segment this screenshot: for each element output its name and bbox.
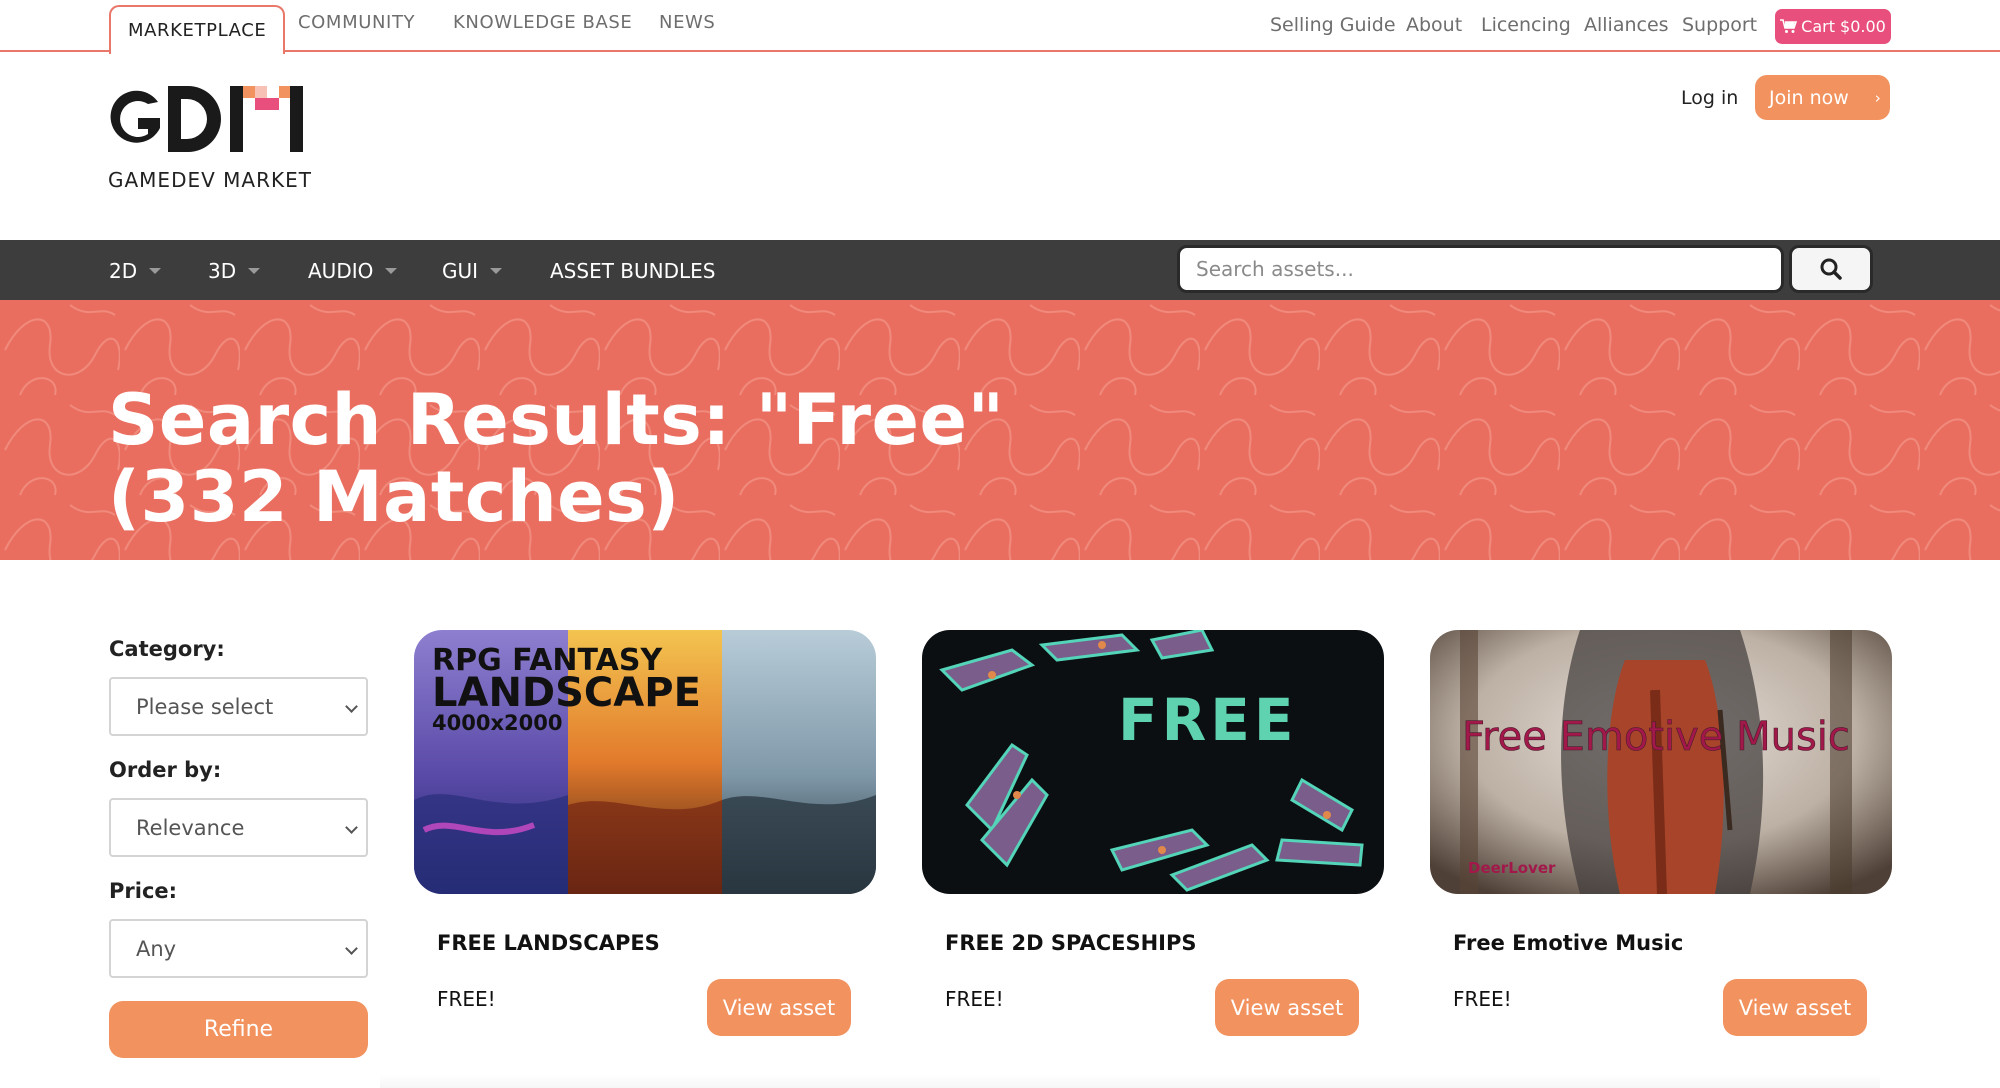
thumb-text-landscape: LANDSCAPE xyxy=(432,670,701,716)
page-title-line-2: (332 Matches) xyxy=(108,456,680,538)
music-thumbnail-image: Free Emotive Music DeerLover xyxy=(1430,630,1892,894)
view-asset-button[interactable]: View asset xyxy=(707,979,851,1036)
search-button[interactable] xyxy=(1789,245,1873,293)
asset-thumbnail-spaceships[interactable]: FREE xyxy=(922,630,1384,894)
login-link[interactable]: Log in xyxy=(1681,87,1738,109)
view-asset-button[interactable]: View asset xyxy=(1215,979,1359,1036)
search-icon xyxy=(1820,258,1842,280)
asset-thumbnail-landscapes[interactable]: RPG FANTASY LANDSCAPE 4000x2000 xyxy=(414,630,876,894)
cart-button[interactable]: Cart $0.00 xyxy=(1775,9,1891,44)
asset-title[interactable]: FREE LANDSCAPES xyxy=(437,931,660,955)
join-now-button[interactable]: Join now › xyxy=(1755,75,1890,120)
price-value: Any xyxy=(136,936,177,961)
order-by-label: Order by: xyxy=(109,758,222,782)
link-alliances[interactable]: Alliances xyxy=(1584,14,1669,36)
join-now-label: Join now xyxy=(1769,86,1849,109)
spaceships-thumbnail-image: FREE xyxy=(922,630,1384,894)
tab-community[interactable]: COMMUNITY xyxy=(298,12,415,33)
asset-thumbnail-music[interactable]: Free Emotive Music DeerLover xyxy=(1430,630,1892,894)
nav-label: GUI xyxy=(442,259,479,283)
tab-marketplace[interactable]: MARKETPLACE xyxy=(109,5,286,54)
thumb-text-resolution: 4000x2000 xyxy=(432,711,562,735)
cart-label: Cart $0.00 xyxy=(1801,17,1886,36)
tab-knowledge-base[interactable]: KNOWLEDGE BASE xyxy=(453,12,632,33)
nav-label: 3D xyxy=(208,259,237,283)
landscape-thumbnail-image: RPG FANTASY LANDSCAPE 4000x2000 xyxy=(414,630,876,894)
chevron-down-icon xyxy=(345,700,358,713)
nav-item-gui[interactable]: GUI xyxy=(442,259,503,283)
caret-down-icon xyxy=(385,268,398,274)
caret-down-icon xyxy=(248,268,261,274)
order-by-value: Relevance xyxy=(136,815,245,840)
nav-label: AUDIO xyxy=(308,259,374,283)
caret-down-icon xyxy=(490,268,503,274)
tab-news[interactable]: NEWS xyxy=(659,12,715,33)
thumb-text-artist: DeerLover xyxy=(1468,859,1556,877)
top-utility-bar: MARKETPLACE COMMUNITY KNOWLEDGE BASE NEW… xyxy=(0,0,2000,54)
hero-banner: Search Results: "Free" (332 Matches) xyxy=(0,300,2000,560)
chevron-down-icon xyxy=(345,942,358,955)
logo-subtitle: GAMEDEV MARKET xyxy=(108,168,312,192)
card-shadow-divider xyxy=(380,1075,1880,1088)
nav-item-audio[interactable]: AUDIO xyxy=(308,259,398,283)
nav-item-asset-bundles[interactable]: ASSET BUNDLES xyxy=(550,259,715,283)
thumb-text-music-title: Free Emotive Music xyxy=(1462,714,1850,760)
caret-down-icon xyxy=(149,268,162,274)
refine-button[interactable]: Refine xyxy=(109,1001,368,1058)
category-label: Category: xyxy=(109,637,225,661)
shopping-cart-icon xyxy=(1780,19,1798,33)
asset-price: FREE! xyxy=(437,987,496,1011)
link-about[interactable]: About xyxy=(1406,14,1462,36)
page-title-line-1: Search Results: "Free" xyxy=(108,379,1005,461)
gamedev-market-logo[interactable] xyxy=(108,84,303,154)
search-input[interactable] xyxy=(1177,245,1784,293)
nav-label: 2D xyxy=(109,259,138,283)
thumb-text-free: FREE xyxy=(1118,686,1298,754)
link-selling-guide[interactable]: Selling Guide xyxy=(1270,14,1396,36)
link-support[interactable]: Support xyxy=(1682,14,1757,36)
asset-title[interactable]: Free Emotive Music xyxy=(1453,931,1683,955)
chevron-down-icon xyxy=(345,821,358,834)
asset-title[interactable]: FREE 2D SPACESHIPS xyxy=(945,931,1197,955)
price-select[interactable]: Any xyxy=(109,919,368,978)
page-title: Search Results: "Free" (332 Matches) xyxy=(108,382,1004,536)
category-select[interactable]: Please select xyxy=(109,677,368,736)
category-value: Please select xyxy=(136,694,274,719)
asset-price: FREE! xyxy=(1453,987,1512,1011)
nav-item-3d[interactable]: 3D xyxy=(208,259,261,283)
link-licencing[interactable]: Licencing xyxy=(1481,14,1571,36)
view-asset-button[interactable]: View asset xyxy=(1723,979,1867,1036)
order-by-select[interactable]: Relevance xyxy=(109,798,368,857)
chevron-right-icon: › xyxy=(1874,88,1881,107)
asset-price: FREE! xyxy=(945,987,1004,1011)
nav-label: ASSET BUNDLES xyxy=(550,259,716,283)
nav-item-2d[interactable]: 2D xyxy=(109,259,162,283)
price-label: Price: xyxy=(109,879,178,903)
